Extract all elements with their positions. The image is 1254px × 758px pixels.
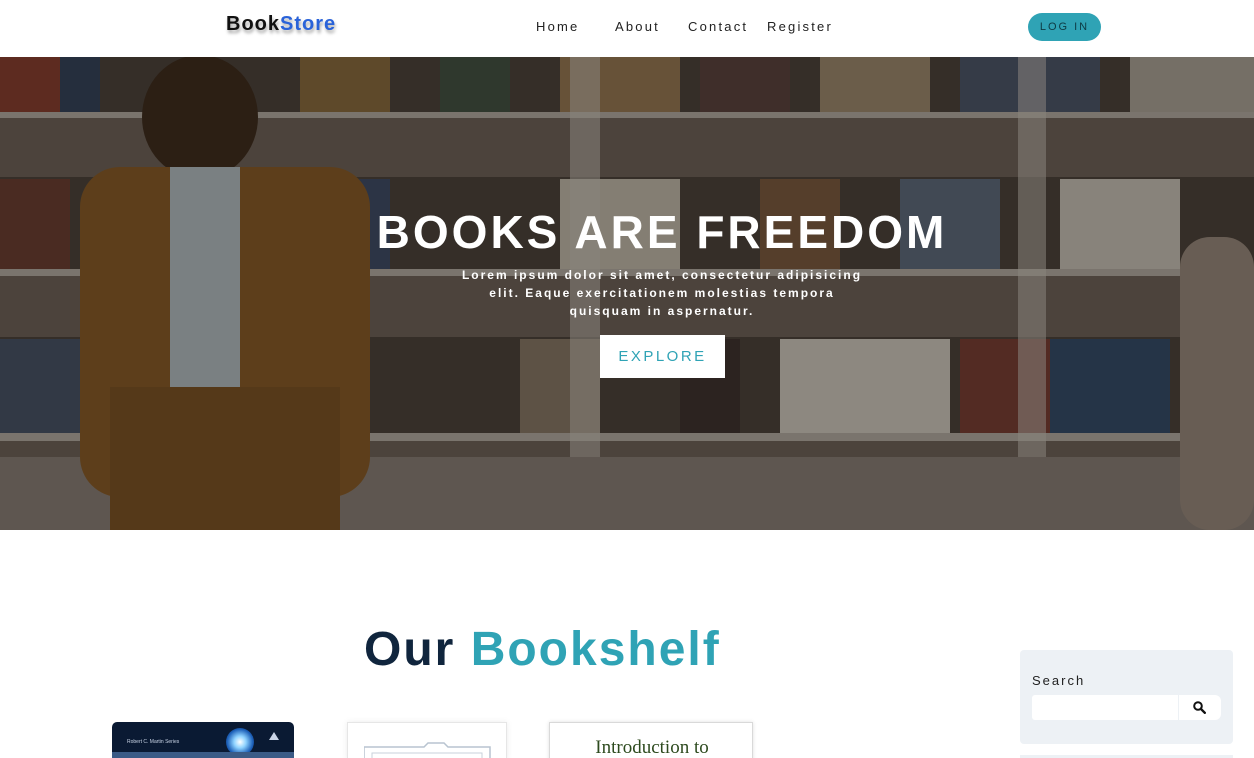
search-icon — [1193, 701, 1206, 714]
book-series-label: Robert C. Martin Series — [127, 739, 180, 745]
search-button[interactable] — [1179, 695, 1221, 720]
brand-part-store: Store — [280, 13, 337, 35]
login-button[interactable]: LOG IN — [1028, 13, 1101, 41]
book-cover-map-image — [364, 742, 491, 758]
bookshelf-title: Our Bookshelf — [364, 622, 721, 677]
book-card-3[interactable]: Introduction to — [549, 722, 753, 758]
explore-button[interactable]: EXPLORE — [600, 335, 725, 378]
navbar: BookStore Home About Contact Register LO… — [0, 0, 1254, 57]
book-cover-emblem-icon — [269, 732, 279, 740]
book-cover-stripe — [112, 752, 294, 758]
nav-link-home[interactable]: Home — [536, 19, 579, 34]
book-cover-title: Introduction to — [595, 737, 709, 758]
search-label: Search — [1032, 673, 1086, 688]
hero-subtitle: Lorem ipsum dolor sit amet, consectetur … — [461, 268, 863, 318]
bookshelf-title-part2: Bookshelf — [470, 623, 721, 676]
bookshelf-title-part1: Our — [364, 623, 456, 676]
brand-logo[interactable]: BookStore — [226, 13, 336, 36]
nav-link-contact[interactable]: Contact — [688, 19, 748, 34]
search-panel: Search — [1020, 650, 1233, 744]
nav-link-about[interactable]: About — [615, 19, 660, 34]
brand-part-book: Book — [226, 13, 280, 35]
hero-banner: BOOKS ARE FREEDOM Lorem ipsum dolor sit … — [0, 57, 1254, 530]
book-card-2[interactable] — [347, 722, 507, 758]
nav-link-register[interactable]: Register — [767, 19, 833, 34]
book-card-1[interactable]: Robert C. Martin Series — [112, 722, 294, 758]
search-input[interactable] — [1032, 695, 1178, 720]
hero-title: BOOKS ARE FREEDOM — [376, 206, 948, 258]
